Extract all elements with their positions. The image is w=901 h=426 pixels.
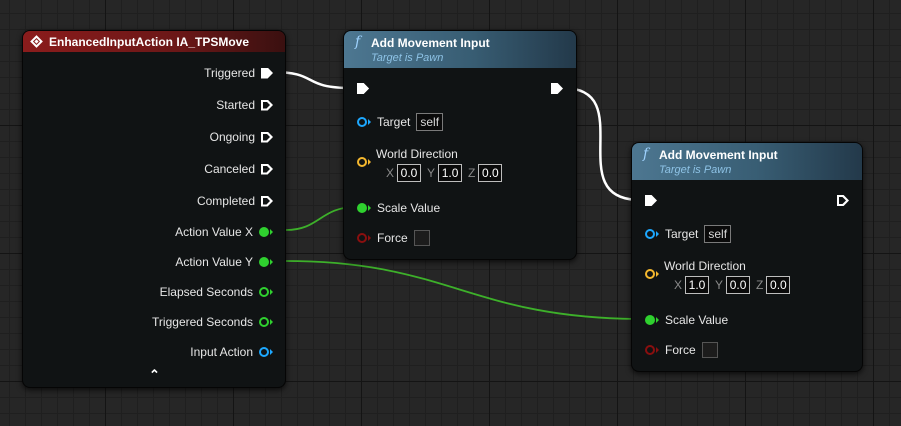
float-wire-y-to-scale2 bbox=[285, 260, 645, 320]
input-pin-target[interactable]: Target self bbox=[357, 113, 444, 131]
exec-out-pin-icon[interactable] bbox=[837, 195, 849, 206]
input-pin-target[interactable]: Target self bbox=[645, 225, 732, 243]
float-pin-icon[interactable] bbox=[259, 257, 273, 267]
enhanced-input-action-node[interactable]: EnhancedInputAction IA_TPSMove Triggered… bbox=[22, 30, 286, 388]
exec-pin-icon[interactable] bbox=[261, 163, 273, 175]
bool-pin-icon[interactable] bbox=[645, 345, 659, 355]
y-value-field[interactable]: 1.0 bbox=[438, 164, 463, 182]
add-movement-input-node-1[interactable]: f Add Movement Input Target is Pawn Targ… bbox=[343, 30, 577, 260]
event-diamond-icon bbox=[30, 35, 43, 48]
x-value-field[interactable]: 0.0 bbox=[397, 164, 422, 182]
float-pin-icon[interactable] bbox=[357, 203, 371, 213]
object-pin-icon[interactable] bbox=[645, 229, 659, 239]
exec-pin-icon[interactable] bbox=[261, 195, 273, 207]
float-pin-icon[interactable] bbox=[259, 227, 273, 237]
z-value-field[interactable]: 0.0 bbox=[478, 164, 503, 182]
event-node-header[interactable]: EnhancedInputAction IA_TPSMove bbox=[23, 31, 285, 52]
output-pin-ongoing[interactable]: Ongoing bbox=[210, 130, 273, 144]
input-pin-scale-value[interactable]: Scale Value bbox=[357, 201, 440, 215]
output-pin-triggered-seconds[interactable]: Triggered Seconds bbox=[152, 315, 273, 329]
object-pin-icon[interactable] bbox=[259, 347, 273, 357]
output-pin-completed[interactable]: Completed bbox=[197, 194, 273, 208]
world-direction-label: World Direction bbox=[376, 147, 458, 161]
exec-in-pin-icon[interactable] bbox=[357, 83, 369, 94]
function-node-header[interactable]: f Add Movement Input Target is Pawn bbox=[632, 143, 862, 180]
y-value-field[interactable]: 0.0 bbox=[726, 276, 751, 294]
function-icon: f bbox=[643, 146, 649, 162]
node-subtitle: Target is Pawn bbox=[659, 164, 732, 176]
exec-pin-icon[interactable] bbox=[261, 67, 273, 79]
add-movement-input-node-2[interactable]: f Add Movement Input Target is Pawn Targ… bbox=[631, 142, 863, 372]
z-value-field[interactable]: 0.0 bbox=[766, 276, 791, 294]
input-pin-force[interactable]: Force bbox=[645, 342, 718, 358]
function-icon: f bbox=[355, 34, 361, 50]
exec-pin-icon[interactable] bbox=[261, 131, 273, 143]
output-pin-action-value-x[interactable]: Action Value X bbox=[175, 225, 273, 239]
output-pin-started[interactable]: Started bbox=[216, 98, 273, 112]
world-direction-fields: X 0.0 Y 1.0 Z 0.0 bbox=[380, 164, 503, 182]
exec-out-pin-icon[interactable] bbox=[551, 83, 563, 94]
output-pin-triggered[interactable]: Triggered bbox=[204, 66, 273, 80]
world-direction-fields: X 1.0 Y 0.0 Z 0.0 bbox=[668, 276, 791, 294]
vector-pin-icon[interactable] bbox=[645, 269, 659, 279]
input-pin-scale-value[interactable]: Scale Value bbox=[645, 313, 728, 327]
input-pin-world-direction[interactable] bbox=[645, 269, 659, 279]
function-node-header[interactable]: f Add Movement Input Target is Pawn bbox=[344, 31, 576, 68]
event-node-title: EnhancedInputAction IA_TPSMove bbox=[49, 34, 250, 49]
output-pin-elapsed-seconds[interactable]: Elapsed Seconds bbox=[160, 285, 273, 299]
exec-pin-icon[interactable] bbox=[261, 99, 273, 111]
x-value-field[interactable]: 1.0 bbox=[685, 276, 710, 294]
node-title: Add Movement Input bbox=[371, 36, 490, 50]
object-pin-icon[interactable] bbox=[357, 117, 371, 127]
target-field[interactable]: self bbox=[416, 113, 444, 131]
world-direction-label: World Direction bbox=[664, 259, 746, 273]
node-subtitle: Target is Pawn bbox=[371, 52, 444, 64]
input-pin-force[interactable]: Force bbox=[357, 230, 430, 246]
node-title: Add Movement Input bbox=[659, 148, 778, 162]
bool-pin-icon[interactable] bbox=[357, 233, 371, 243]
float-pin-icon[interactable] bbox=[259, 317, 273, 327]
output-pin-input-action[interactable]: Input Action bbox=[190, 345, 273, 359]
exec-in-pin-icon[interactable] bbox=[645, 195, 657, 206]
float-pin-icon[interactable] bbox=[645, 315, 659, 325]
float-pin-icon[interactable] bbox=[259, 287, 273, 297]
output-pin-canceled[interactable]: Canceled bbox=[204, 162, 273, 176]
output-pin-action-value-y[interactable]: Action Value Y bbox=[175, 255, 273, 269]
vector-pin-icon[interactable] bbox=[357, 157, 371, 167]
target-field[interactable]: self bbox=[704, 225, 732, 243]
force-checkbox[interactable] bbox=[701, 342, 718, 358]
force-checkbox[interactable] bbox=[413, 230, 430, 246]
input-pin-world-direction[interactable] bbox=[357, 157, 371, 167]
collapse-chevron-up-icon[interactable]: ⌃ bbox=[149, 367, 160, 383]
